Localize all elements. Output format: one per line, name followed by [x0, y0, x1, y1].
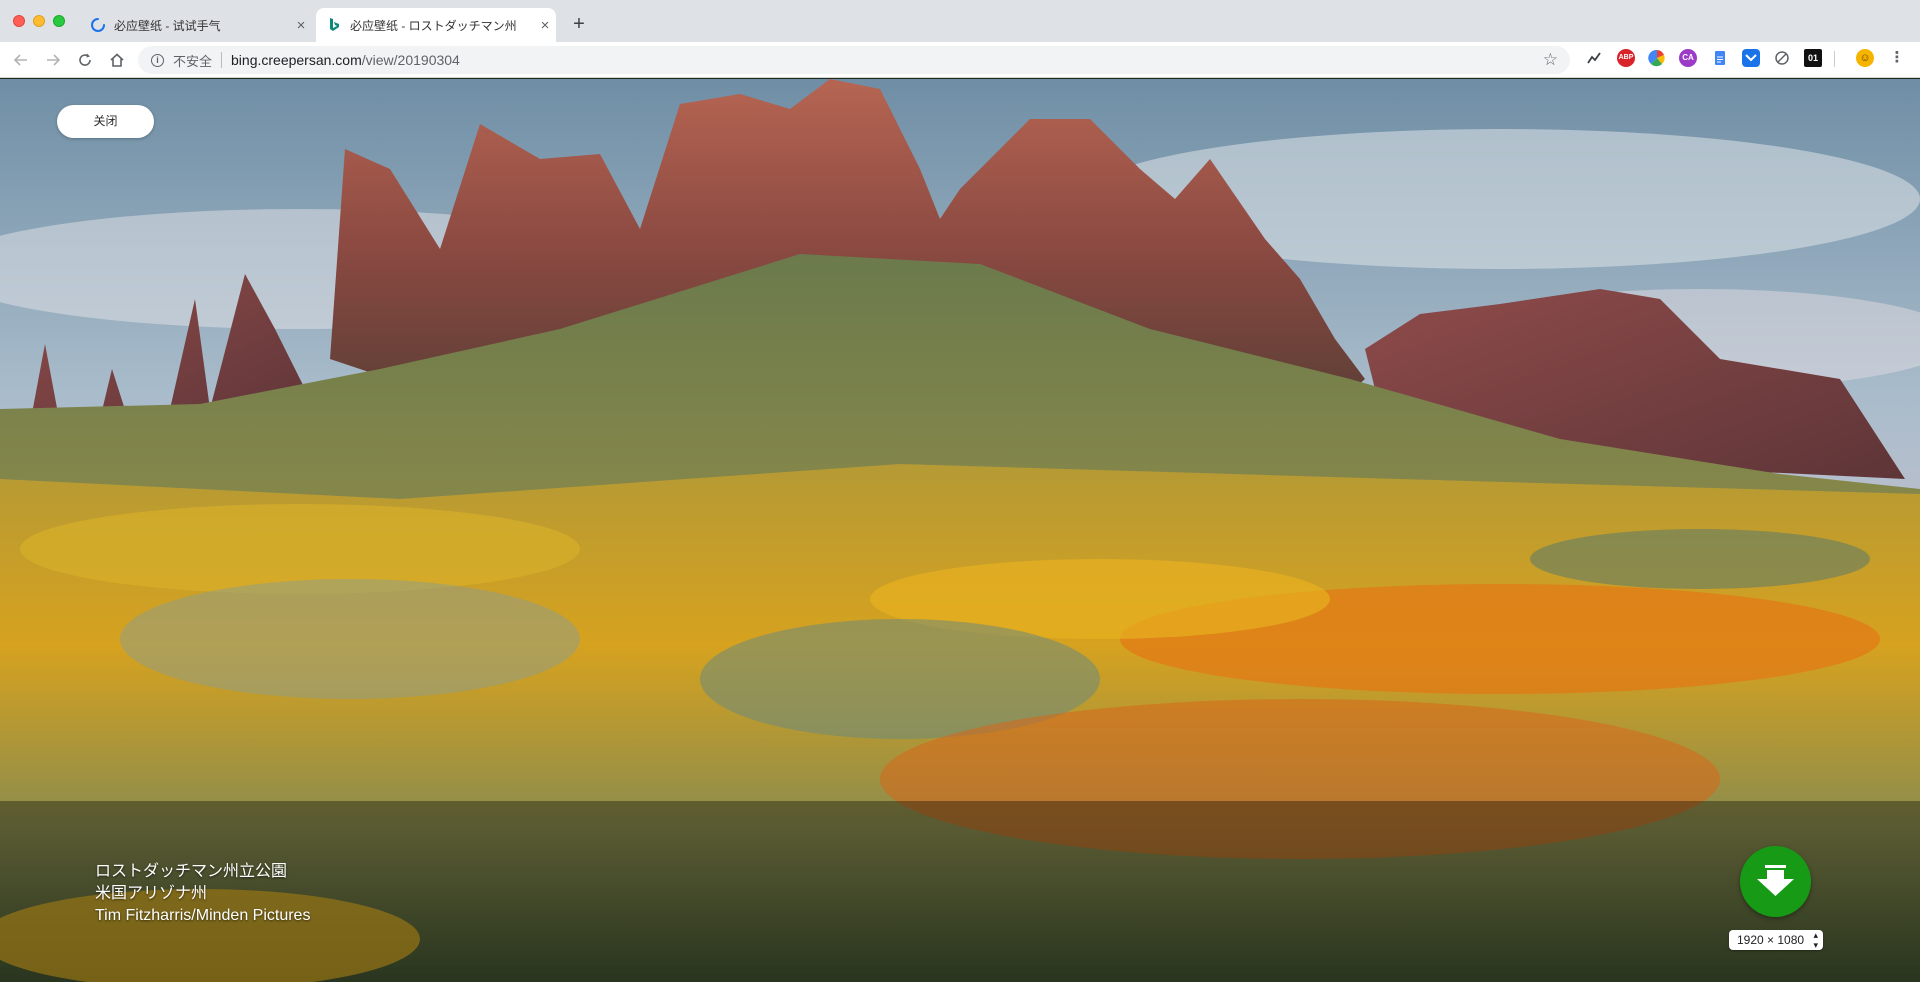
download-button[interactable] [1740, 846, 1811, 917]
home-icon [110, 53, 124, 67]
close-button[interactable]: 关闭 [57, 105, 154, 138]
tab-title: 必应壁纸 - 试试手气 [114, 18, 221, 33]
select-arrows-icon: ▴ ▾ [1813, 930, 1818, 950]
url-host[interactable]: bing.creepersan.com [231, 52, 362, 68]
window-minimize-button[interactable] [33, 15, 45, 27]
tab-lucky[interactable]: 必应壁纸 - 试试手气 × [80, 8, 312, 42]
arrow-right-icon [47, 54, 61, 66]
caption-location: 米国アリゾナ州 [95, 885, 208, 902]
extension-colorwheel-icon[interactable] [1648, 49, 1666, 67]
tab-strip: 必应壁纸 - 试试手气 × 必应壁纸 - ロストダッチマン州 × + [0, 0, 1920, 42]
address-bar[interactable]: i 不安全 bing.creepersan.com/view/20190304 … [138, 46, 1570, 74]
image-caption: ロストダッチマン州立公園 米国アリゾナ州 Tim Fitzharris/Mind… [95, 861, 310, 927]
tab-close-icon[interactable]: × [534, 17, 556, 34]
profile-avatar[interactable]: ☺ [1856, 49, 1874, 67]
arrow-left-icon [13, 54, 27, 66]
menu-kebab-icon[interactable]: ⋮ [1888, 49, 1906, 67]
extension-chart-icon[interactable] [1586, 49, 1604, 67]
tab-title: 必应壁纸 - ロストダッチマン州 [350, 18, 517, 33]
reload-button[interactable] [71, 46, 99, 74]
resolution-select[interactable]: 1920 × 1080 ▴ ▾ [1729, 930, 1823, 950]
security-status[interactable]: 不安全 [173, 51, 212, 70]
caption-title: ロストダッチマン州立公園 [95, 863, 288, 880]
new-tab-button[interactable]: + [566, 11, 592, 37]
url-divider [221, 52, 223, 68]
home-button[interactable] [103, 46, 131, 74]
bing-logo-icon [330, 18, 339, 31]
extension-ca-icon[interactable]: CA [1679, 49, 1697, 67]
google-docs-icon[interactable] [1711, 49, 1729, 67]
reload-icon [79, 53, 91, 66]
page-viewport: 关闭 ロストダッチマン州立公園 米国アリゾナ州 Tim Fitzharris/M… [0, 79, 1920, 982]
back-button[interactable] [7, 46, 35, 74]
tab-wallpaper-view[interactable]: 必应壁纸 - ロストダッチマン州 × [316, 8, 556, 42]
tab-close-icon[interactable]: × [290, 17, 312, 34]
window-zoom-button[interactable] [53, 15, 65, 27]
extension-save-icon[interactable] [1742, 49, 1760, 67]
caption-credit: Tim Fitzharris/Minden Pictures [95, 907, 311, 924]
resolution-value: 1920 × 1080 [1737, 933, 1805, 947]
bookmark-star-icon[interactable]: ☆ [1543, 50, 1558, 70]
info-icon[interactable]: i [151, 53, 164, 67]
window-close-button[interactable] [13, 15, 25, 27]
download-arrow-icon [1757, 865, 1794, 896]
forward-button[interactable] [39, 46, 67, 74]
extension-01-icon[interactable]: 01 [1804, 49, 1822, 67]
adblock-plus-icon[interactable]: ABP [1617, 49, 1635, 67]
toolbar-divider [1834, 51, 1835, 67]
url-path[interactable]: /view/20190304 [362, 52, 460, 68]
block-icon[interactable] [1773, 49, 1791, 67]
loading-spinner-icon [91, 18, 105, 32]
